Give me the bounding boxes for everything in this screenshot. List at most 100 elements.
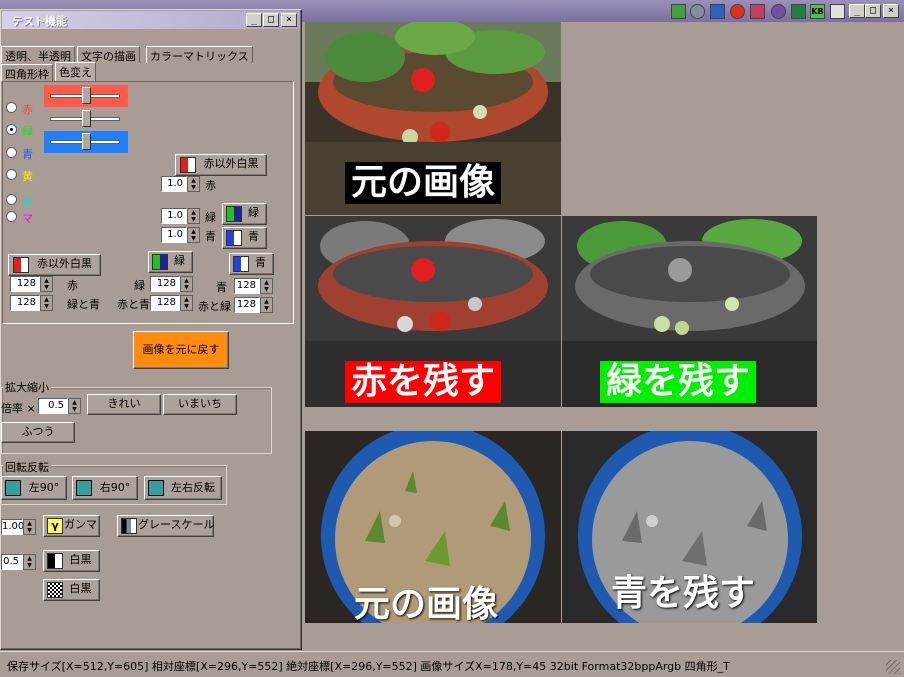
rb-threshold-stepper[interactable]: ▲ ▼ <box>180 295 193 311</box>
blue-factor-stepper[interactable]: ▲ ▼ <box>187 227 200 243</box>
gamma-field[interactable]: 1.00 <box>1 519 24 535</box>
blue-keep-icon <box>226 230 242 246</box>
scale-factor-stepper[interactable]: ▲ ▼ <box>68 398 81 414</box>
gb-threshold-label: 緑と青 <box>67 298 100 311</box>
rb-threshold-label: 赤と青 <box>117 298 150 311</box>
lower-blue-button[interactable]: 青 <box>229 253 274 275</box>
face-icon[interactable] <box>730 4 745 19</box>
maximize-button[interactable]: □ <box>263 13 279 27</box>
color-radio-5[interactable] <box>6 194 17 205</box>
blue-slider-thumb[interactable] <box>82 133 91 150</box>
tab-color-matrix[interactable]: カラーマトリックス <box>146 46 253 63</box>
bw-dither-button[interactable]: 白黒 <box>43 579 100 601</box>
tab-transparency[interactable]: 透明、半透明 <box>1 46 75 63</box>
gamma-stepper[interactable]: ▲ ▼ <box>23 519 36 535</box>
main-maximize-button[interactable]: □ <box>865 4 881 18</box>
normal-scale-button[interactable]: ふつう <box>1 422 75 443</box>
tab-color-change[interactable]: 色変え <box>55 62 96 81</box>
resize-grip-icon[interactable] <box>886 660 900 674</box>
printer-icon[interactable] <box>830 4 845 19</box>
check-icon[interactable] <box>671 4 686 19</box>
blue-factor-label: 青 <box>205 230 216 243</box>
scale-factor-label: 倍率 × <box>1 402 36 415</box>
blue-threshold-stepper[interactable]: ▲ ▼ <box>260 278 273 294</box>
green-keep-icon <box>226 206 242 222</box>
rb-threshold-field[interactable]: 128 <box>150 295 180 311</box>
gamma-button[interactable]: γ ガンマ <box>43 515 100 537</box>
excel-icon[interactable] <box>791 4 806 19</box>
lower-non-red-bw-button[interactable]: 赤以外白黒 <box>8 254 101 276</box>
color-radio-4[interactable] <box>6 169 17 180</box>
red-threshold-stepper[interactable]: ▲ ▼ <box>40 276 53 292</box>
red-bw-icon-2 <box>13 257 29 273</box>
rough-scale-button[interactable]: いまいち <box>163 394 237 415</box>
scale-factor-field[interactable]: 0.5 <box>38 398 68 414</box>
bw-threshold-stepper[interactable]: ▲ ▼ <box>23 554 36 570</box>
color-radio-6[interactable] <box>6 211 17 222</box>
close-button[interactable]: × <box>281 13 297 27</box>
blue-slider[interactable] <box>44 131 128 153</box>
green-factor-stepper[interactable]: ▲ ▼ <box>187 208 200 224</box>
color-radio-label-4: 黄 <box>22 170 33 183</box>
kb-icon[interactable]: KB <box>810 4 825 19</box>
test-window: テスト機能 _ □ × 透明、半透明 文字の描画 カラーマトリックス 四角形枠 … <box>0 9 302 650</box>
pen-icon[interactable] <box>750 4 765 19</box>
main-close-button[interactable]: × <box>883 4 899 18</box>
color-radio-label-2: 緑 <box>22 125 33 138</box>
green-slider[interactable] <box>44 108 128 130</box>
non-red-bw-label: 赤以外白黒 <box>203 157 259 170</box>
gb-threshold-field[interactable]: 128 <box>10 295 40 311</box>
swirl-icon[interactable] <box>771 4 786 19</box>
mid-green-button[interactable]: 緑 <box>222 203 267 225</box>
color-radio-3[interactable] <box>6 147 17 158</box>
mid-blue-button[interactable]: 青 <box>222 227 267 249</box>
color-radio-1[interactable] <box>6 102 17 113</box>
rotate-group-title: 回転反転 <box>3 459 51 475</box>
green-slider-thumb[interactable] <box>82 110 91 127</box>
restore-image-button[interactable]: 画像を元に戻す <box>133 331 229 369</box>
red-slider[interactable] <box>44 85 128 107</box>
gamma-icon: γ <box>47 518 63 534</box>
red-threshold-field[interactable]: 128 <box>10 276 40 292</box>
monitor-icon[interactable] <box>710 4 725 19</box>
red-factor-stepper[interactable]: ▲ ▼ <box>187 176 200 192</box>
rg-threshold-label: 赤と緑 <box>198 300 231 313</box>
lower-green-button[interactable]: 緑 <box>148 251 193 273</box>
rg-threshold-field[interactable]: 128 <box>234 297 260 313</box>
red-factor-label: 赤 <box>205 179 216 192</box>
red-bw-icon <box>180 157 196 173</box>
rg-threshold-stepper[interactable]: ▲ ▼ <box>260 297 273 313</box>
blue-factor-field[interactable]: 1.0 <box>161 227 187 243</box>
color-radio-label-6: マ <box>22 212 33 225</box>
main-minimize-button[interactable]: _ <box>849 4 865 18</box>
dither-icon <box>47 582 63 598</box>
red-slider-thumb[interactable] <box>82 87 91 104</box>
minimize-button[interactable]: _ <box>246 13 262 27</box>
non-red-bw-button[interactable]: 赤以外白黒 <box>175 154 267 176</box>
green-threshold-field[interactable]: 128 <box>150 276 180 292</box>
grayscale-button[interactable]: グレースケール <box>117 515 214 537</box>
red-factor-field[interactable]: 1.0 <box>161 176 187 192</box>
caption-original-top: 元の画像 <box>345 162 502 204</box>
rotate-right-button[interactable]: 右90° <box>72 476 138 500</box>
rotate-left-button[interactable]: 左90° <box>1 476 67 500</box>
bw-threshold-field[interactable]: 0.5 <box>1 554 23 570</box>
color-radio-label-1: 赤 <box>22 103 33 116</box>
blue-threshold-field[interactable]: 128 <box>234 278 260 294</box>
blue-keep-icon-2 <box>233 256 249 272</box>
window-title: テスト機能 <box>12 15 67 28</box>
tab-text-drawing[interactable]: 文字の描画 <box>77 46 140 63</box>
gb-threshold-stepper[interactable]: ▲ ▼ <box>40 295 53 311</box>
fine-scale-button[interactable]: きれい <box>87 394 161 415</box>
color-radio-label-5: 水 <box>22 195 33 208</box>
tab-rect-frame[interactable]: 四角形枠 <box>1 64 53 81</box>
blue-threshold-label: 青 <box>216 281 227 294</box>
green-factor-field[interactable]: 1.0 <box>161 208 187 224</box>
green-threshold-stepper[interactable]: ▲ ▼ <box>180 276 193 292</box>
color-radio-2[interactable] <box>6 124 17 135</box>
flip-horizontal-button[interactable]: 左右反転 <box>144 476 222 500</box>
green-keep-icon-2 <box>152 254 168 270</box>
bw-button[interactable]: 白黒 <box>43 550 100 572</box>
flip-icon <box>148 480 164 496</box>
gear-icon[interactable] <box>690 4 705 19</box>
